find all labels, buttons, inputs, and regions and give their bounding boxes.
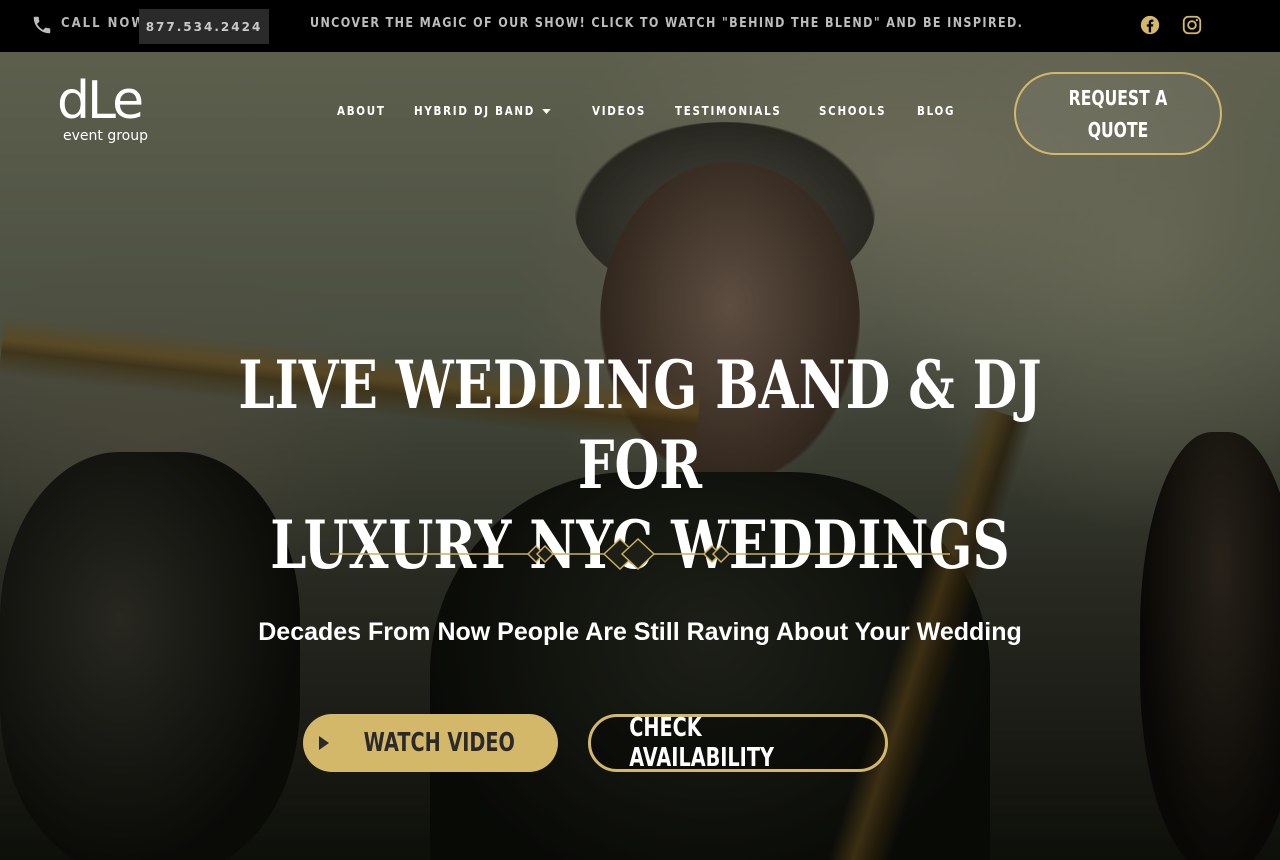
request-quote-button[interactable]: REQUEST A QUOTE bbox=[1014, 72, 1222, 155]
nav-label: BLOG bbox=[917, 104, 956, 118]
logo-mark: dLe bbox=[57, 71, 144, 131]
nav-item-schools[interactable]: SCHOOLS bbox=[819, 104, 886, 118]
nav-label: HYBRID DJ BAND bbox=[413, 104, 535, 118]
nav-item-blog[interactable]: BLOG bbox=[917, 104, 955, 118]
nav-item-testimonials[interactable]: TESTIMONIALS bbox=[675, 104, 782, 118]
logo-subtitle: event group bbox=[63, 128, 148, 144]
watch-video-label: WATCH VIDEO bbox=[363, 728, 516, 758]
phone-icon bbox=[33, 16, 51, 34]
headline-line-1: LIVE WEDDING BAND & DJ FOR bbox=[238, 346, 1042, 504]
check-availability-button[interactable]: CHECK AVAILABILITY bbox=[588, 713, 888, 773]
nav-label: VIDEOS bbox=[592, 104, 647, 118]
chevron-down-icon bbox=[541, 108, 551, 114]
ornamental-divider bbox=[330, 537, 950, 571]
nav-item-hybrid-dj-band[interactable]: HYBRID DJ BAND bbox=[414, 104, 551, 118]
watch-video-button[interactable]: WATCH VIDEO bbox=[303, 714, 558, 772]
nav-label: ABOUT bbox=[337, 104, 386, 118]
nav-item-videos[interactable]: VIDEOS bbox=[592, 104, 646, 118]
instagram-icon[interactable] bbox=[1181, 14, 1203, 36]
nav-label: TESTIMONIALS bbox=[675, 104, 782, 118]
check-availability-label: CHECK AVAILABILITY bbox=[629, 713, 774, 773]
play-icon bbox=[319, 736, 330, 750]
main-nav: ABOUT HYBRID DJ BAND VIDEOS TESTIMONIALS… bbox=[337, 104, 962, 118]
dle-logo[interactable]: dLe event group bbox=[57, 71, 151, 149]
promo-banner-link[interactable]: UNCOVER THE MAGIC OF OUR SHOW! CLICK TO … bbox=[310, 16, 1023, 31]
phone-number-link[interactable]: 877.534.2424 bbox=[139, 9, 269, 44]
facebook-icon[interactable] bbox=[1139, 14, 1161, 36]
nav-item-about[interactable]: ABOUT bbox=[337, 104, 386, 118]
top-bar: CALL NOW: 877.534.2424 UNCOVER THE MAGIC… bbox=[0, 0, 1280, 52]
hero-tagline: Decades From Now People Are Still Raving… bbox=[258, 618, 1022, 646]
quote-button-label: REQUEST A QUOTE bbox=[1068, 85, 1168, 142]
nav-label: SCHOOLS bbox=[819, 104, 887, 118]
